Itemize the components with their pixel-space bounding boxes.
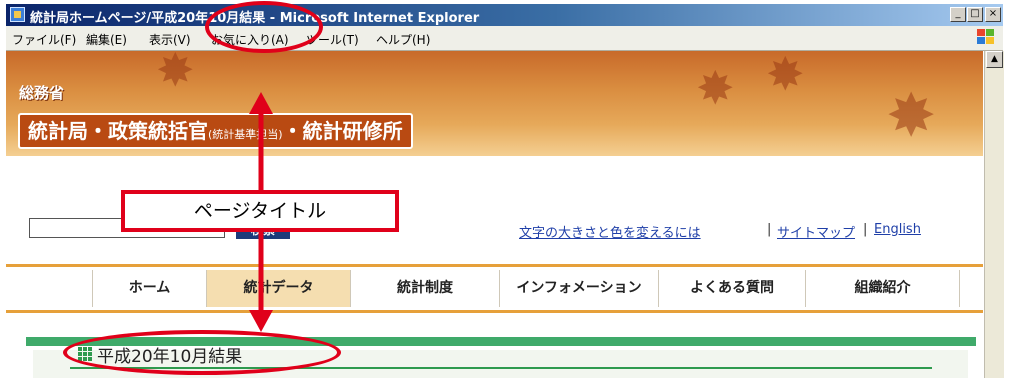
heading-highlight-ellipse [63,330,341,375]
annotation-arrow [249,92,273,332]
page-title-callout: ページタイトル [121,190,399,232]
title-highlight-ellipse [205,1,323,53]
